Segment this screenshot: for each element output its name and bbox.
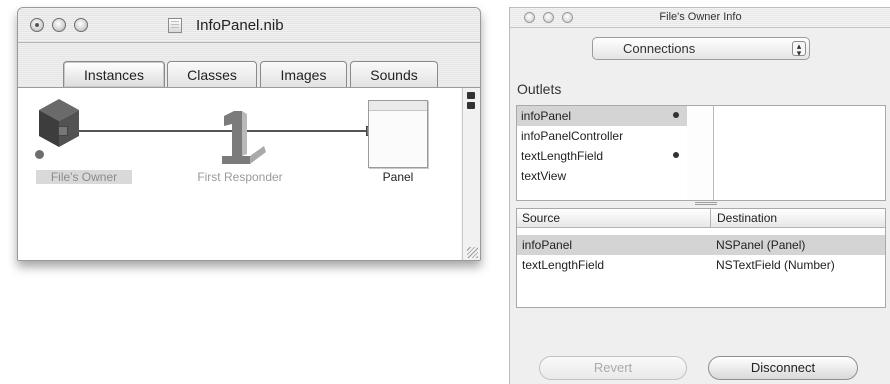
tab-sounds[interactable]: Sounds (350, 61, 438, 87)
outlets-browser[interactable]: infoPanel infoPanelController textLength… (516, 105, 886, 201)
table-header: Source Destination (517, 209, 885, 228)
table-row[interactable]: textLengthField NSTextField (Number) (517, 255, 885, 275)
tab-instances[interactable]: Instances (63, 61, 165, 87)
outlet-item[interactable]: infoPanelController (517, 126, 687, 146)
popup-arrows-icon: ▴ ▾ (792, 41, 806, 58)
nib-titlebar: InfoPanel.nib (18, 8, 480, 43)
split-view-handle[interactable] (695, 202, 717, 206)
info-window-title: File's Owner Info (659, 11, 742, 23)
outlet-name: textLengthField (521, 149, 604, 163)
instance-label-files-owner: File's Owner (36, 170, 132, 184)
nib-document-icon (168, 18, 182, 33)
scroll-up-icon[interactable] (467, 92, 475, 99)
panel-icon[interactable] (368, 100, 428, 168)
owner-indicator-icon (35, 150, 44, 159)
cell-destination: NSTextField (Number) (716, 258, 835, 272)
connected-dot-icon (673, 152, 679, 158)
instance-label-first-responder: First Responder (197, 170, 283, 184)
outlets-column: infoPanel infoPanelController textLength… (517, 106, 688, 200)
vertical-scrollbar[interactable] (462, 88, 480, 260)
outlet-item[interactable]: infoPanel (517, 106, 687, 126)
instance-label-panel: Panel (382, 170, 414, 184)
column-header-destination[interactable]: Destination (710, 209, 777, 227)
outlet-item[interactable]: textView (517, 166, 687, 186)
connected-dot-icon (673, 112, 679, 118)
tab-classes[interactable]: Classes (167, 61, 257, 87)
column-header-source[interactable]: Source (522, 209, 560, 227)
close-button[interactable] (30, 18, 44, 32)
connection-start-marker (58, 126, 68, 136)
connections-table[interactable]: Source Destination infoPanel NSPanel (Pa… (516, 208, 886, 308)
first-responder-icon[interactable] (216, 108, 268, 168)
disconnect-button[interactable]: Disconnect (708, 356, 858, 380)
info-titlebar: File's Owner Info (510, 8, 890, 28)
cube-icon[interactable] (37, 97, 81, 149)
resize-grip-icon[interactable] (467, 247, 478, 258)
outlets-subcolumn[interactable] (687, 106, 714, 200)
scroll-down-icon[interactable] (467, 102, 475, 109)
outlet-item[interactable]: textLengthField (517, 146, 687, 166)
table-row[interactable]: infoPanel NSPanel (Panel) (517, 235, 885, 255)
view-popup[interactable]: Connections ▴ ▾ (592, 37, 810, 60)
outlet-name: textView (521, 169, 567, 183)
tab-images[interactable]: Images (260, 61, 347, 87)
minimize-button[interactable] (52, 18, 66, 32)
outlet-name: infoPanelController (521, 129, 624, 143)
outlets-heading: Outlets (517, 81, 562, 97)
window-title: InfoPanel.nib (196, 17, 284, 34)
tab-bar: Instances Classes Images Sounds (18, 43, 480, 88)
cell-destination: NSPanel (Panel) (716, 238, 806, 252)
outlet-name: infoPanel (521, 109, 572, 123)
revert-button[interactable]: Revert (539, 356, 687, 380)
view-popup-value: Connections (623, 41, 696, 56)
zoom-button[interactable] (74, 18, 88, 32)
info-window: File's Owner Info Connections ▴ ▾ Outlets… (509, 7, 890, 384)
cell-source: textLengthField (522, 258, 605, 272)
cell-source: infoPanel (522, 238, 573, 252)
